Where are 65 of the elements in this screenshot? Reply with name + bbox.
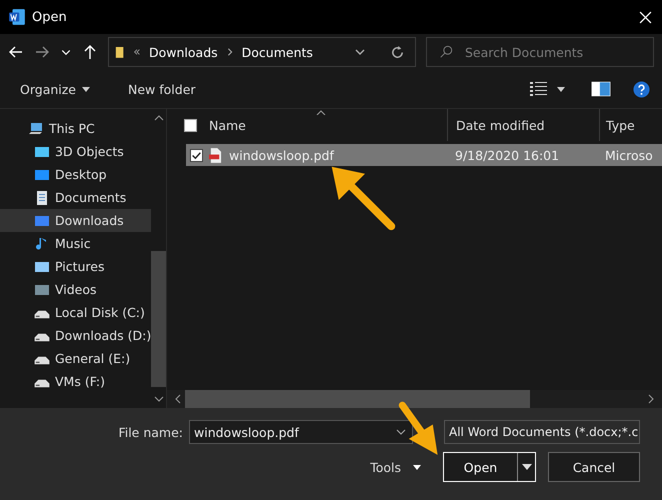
column-header[interactable]: Name: [197, 109, 447, 141]
file-name: windowsloop.pdf: [228, 148, 336, 162]
column-header[interactable]: Date modified: [447, 109, 599, 141]
file-type: Microso: [605, 148, 653, 162]
help-icon[interactable]: [633, 80, 650, 98]
tools-button[interactable]: Tools: [364, 458, 427, 476]
search-input[interactable]: Search Documents: [463, 44, 607, 60]
back-arrow-icon[interactable]: [8, 44, 24, 60]
date-modified: 9/18/2020 16:01: [455, 148, 560, 162]
search-field[interactable]: Search Documents: [426, 37, 654, 67]
select-all-checkbox[interactable]: [184, 118, 197, 132]
file-row[interactable]: windowsloop.pdf 9/18/2020 16:01 Microso: [186, 144, 662, 166]
chevron-down-icon: [396, 429, 406, 435]
drive-icon: [34, 332, 50, 342]
open-dropdown-button[interactable]: [518, 453, 535, 481]
window-title: Open: [32, 10, 68, 24]
sort-caret-icon: [316, 110, 326, 115]
caret-icon: [82, 86, 90, 92]
drive-icon: [34, 310, 50, 318]
organize-button[interactable]: Organize: [12, 78, 98, 100]
forward-arrow-icon[interactable]: [34, 44, 50, 60]
drive-icon: [34, 378, 50, 388]
file-name-label: File name:: [118, 424, 183, 440]
sidebar-item[interactable]: Music: [0, 232, 152, 255]
file-type-dropdown[interactable]: All Word Documents (*.docx;*.c: [444, 420, 640, 444]
sidebar-item[interactable]: Downloads (D:): [0, 324, 152, 347]
caret-icon[interactable]: [557, 86, 565, 92]
sidebar-item[interactable]: Downloads: [0, 209, 152, 232]
view-options-icon[interactable]: [529, 80, 549, 98]
file-name-field[interactable]: windowsloop.pdf: [189, 420, 413, 444]
app-logo-icon: [8, 8, 26, 26]
preview-pane-icon[interactable]: [591, 80, 611, 98]
sidebar-item[interactable]: Local Disk (C:): [0, 301, 152, 324]
column-header[interactable]: Type: [599, 109, 662, 141]
sidebar-item[interactable]: Desktop: [0, 163, 152, 186]
computer-icon: [28, 120, 44, 136]
sidebar-item[interactable]: VMs (F:): [0, 370, 152, 393]
breadcrumb-item[interactable]: Documents: [242, 44, 313, 60]
search-icon: [439, 45, 453, 59]
up-arrow-icon[interactable]: [82, 44, 98, 60]
caret-icon: [413, 464, 421, 470]
scroll-up-icon[interactable]: [154, 115, 164, 121]
scroll-down-icon[interactable]: [154, 396, 164, 402]
scroll-right-icon[interactable]: [648, 394, 654, 404]
sidebar-item[interactable]: This PC: [0, 117, 152, 140]
sidebar-item[interactable]: Videos: [0, 278, 152, 301]
new-folder-button[interactable]: New folder: [120, 78, 204, 100]
sidebar-item[interactable]: Documents: [0, 186, 152, 209]
row-checkbox[interactable]: [190, 148, 203, 162]
sidebar-item[interactable]: General (E:): [0, 347, 152, 370]
double-chevron-icon: [133, 48, 141, 56]
caret-icon: [522, 464, 532, 470]
horizontal-scrollbar[interactable]: [167, 390, 662, 408]
address-bar[interactable]: Downloads Documents: [108, 37, 416, 67]
cancel-button[interactable]: Cancel: [548, 452, 640, 482]
open-button[interactable]: Open: [444, 453, 518, 481]
sidebar-item[interactable]: 3D Objects: [0, 140, 152, 163]
close-icon[interactable]: [639, 10, 652, 24]
refresh-icon[interactable]: [390, 44, 405, 60]
chevron-right-icon: [226, 48, 234, 56]
pdf-file-icon: [209, 148, 222, 162]
scroll-left-icon[interactable]: [175, 394, 181, 404]
breadcrumb-item[interactable]: Downloads: [149, 44, 218, 60]
sidebar-item[interactable]: Pictures: [0, 255, 152, 278]
drive-icon: [34, 356, 50, 364]
